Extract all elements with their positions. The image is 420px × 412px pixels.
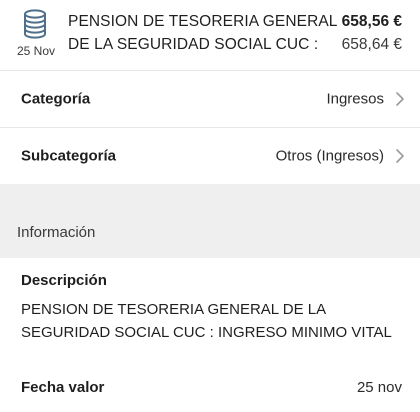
chevron-right-icon [396, 92, 404, 106]
subcategory-row[interactable]: Subcategoría Otros (Ingresos) [0, 128, 420, 184]
description-text: PENSION DE TESORERIA GENERAL DE LA SEGUR… [21, 301, 392, 341]
transaction-name: PENSION DE TESORERIA GENERAL DE LA SEGUR… [68, 13, 337, 53]
subcategory-label: Subcategoría [21, 147, 117, 165]
value-date: 25 nov [356, 379, 402, 396]
description-label: Descripción [21, 272, 107, 289]
transaction-amount: 658,56 € [341, 13, 402, 30]
transaction-balance: 658,64 € [341, 36, 402, 53]
coins-stack-icon [24, 9, 46, 39]
value-date-label: Fecha valor [21, 379, 105, 396]
chevron-right-icon [396, 149, 404, 163]
category-value: Ingresos [326, 90, 384, 108]
category-label: Categoría [21, 90, 91, 108]
information-section-band [0, 184, 420, 258]
transaction-date: 25 Nov [17, 44, 56, 58]
transaction-header: 25 Nov PENSION DE TESORERIA GENERAL DE L… [0, 0, 420, 70]
subcategory-value: Otros (Ingresos) [275, 147, 384, 165]
category-row[interactable]: Categoría Ingresos [0, 71, 420, 127]
transaction-detail-screen: 25 Nov PENSION DE TESORERIA GENERAL DE L… [0, 0, 420, 412]
information-section-title: Información [17, 224, 96, 241]
